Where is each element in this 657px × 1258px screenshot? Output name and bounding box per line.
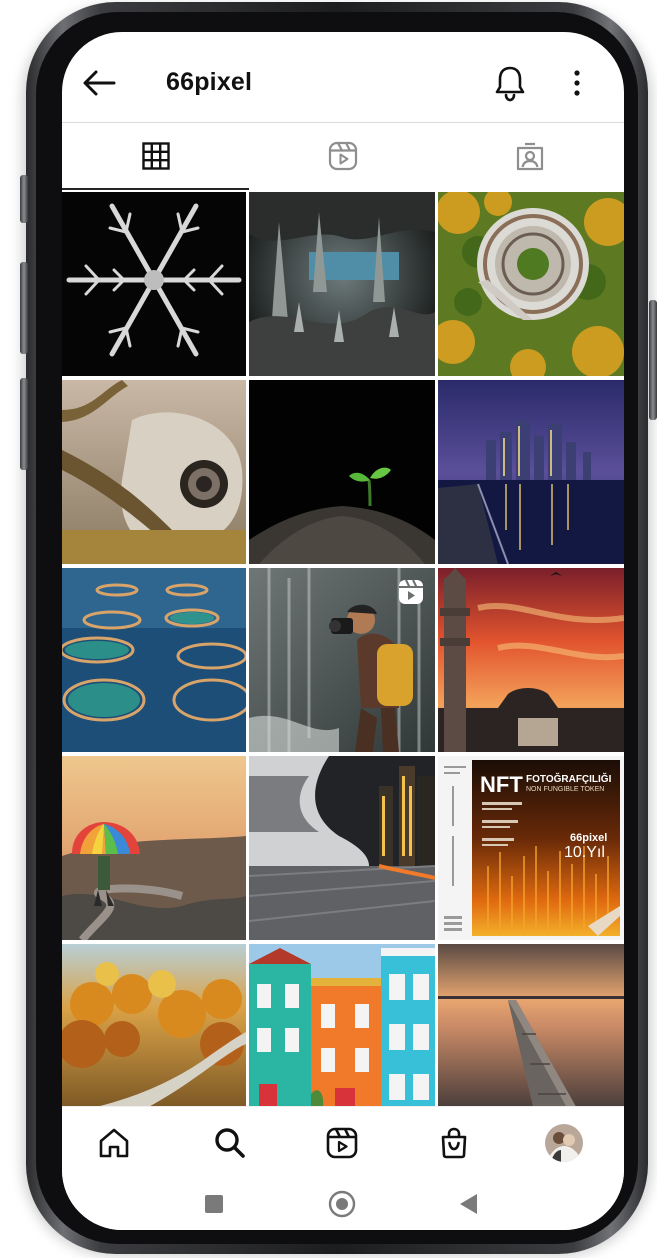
power-button	[649, 300, 657, 420]
phone-screen: 66pixel NFT FOTOĞRAFÇILIĞI NON FUNGIBLE …	[62, 32, 624, 1230]
magazine-headline: NFT	[480, 772, 523, 797]
more-options-button[interactable]	[562, 62, 592, 104]
back-triangle-icon	[460, 1194, 477, 1214]
tab-tagged[interactable]	[436, 124, 623, 188]
home-icon	[99, 1128, 129, 1158]
home-circle-icon	[328, 1190, 356, 1218]
posts-grid: NFT FOTOĞRAFÇILIĞI NON FUNGIBLE TOKEN 66…	[62, 192, 624, 1128]
bottom-navigation	[62, 1106, 624, 1177]
app-header: 66pixel	[62, 52, 624, 114]
post-image	[62, 568, 246, 752]
post-image	[249, 944, 435, 1128]
home-system-button[interactable]	[322, 1184, 362, 1224]
reels-icon	[328, 141, 357, 171]
post-image	[249, 192, 435, 376]
post-snowflake[interactable]	[62, 192, 246, 376]
post-aerial-round-building[interactable]	[438, 192, 624, 376]
volume-up-button	[20, 262, 28, 354]
post-camouflaged-camera[interactable]	[62, 380, 246, 564]
system-navigation-bar	[62, 1176, 624, 1230]
bell-icon	[495, 66, 525, 102]
post-photographer-waterfall[interactable]	[249, 568, 435, 752]
post-image	[438, 944, 624, 1128]
post-image	[62, 192, 246, 376]
profile-tabs	[62, 124, 624, 190]
magazine-headline-rest: FOTOĞRAFÇILIĞI	[526, 774, 612, 785]
post-minaret-sunset[interactable]	[438, 568, 624, 752]
recents-button[interactable]	[194, 1184, 234, 1224]
avatar	[545, 1124, 583, 1162]
post-colorful-houses[interactable]	[249, 944, 435, 1128]
back-system-button[interactable]	[448, 1184, 488, 1224]
tab-reels[interactable]	[249, 124, 436, 188]
tab-posts-grid[interactable]	[62, 124, 249, 188]
arrow-left-icon	[83, 70, 116, 96]
search-icon	[215, 1128, 245, 1158]
post-nft-magazine[interactable]: NFT FOTOĞRAFÇILIĞI NON FUNGIBLE TOKEN 66…	[438, 756, 624, 940]
post-modern-architecture[interactable]	[249, 756, 435, 940]
grid-icon	[141, 142, 170, 170]
post-image	[249, 756, 435, 940]
recents-icon	[205, 1195, 223, 1213]
more-vertical-icon	[574, 70, 580, 96]
post-image	[62, 944, 246, 1128]
magazine-brand: 66pixel	[570, 832, 608, 844]
side-button-1	[20, 175, 28, 223]
magazine-subhead: NON FUNGIBLE TOKEN	[526, 786, 605, 793]
nav-reels-button[interactable]	[320, 1121, 364, 1165]
post-autumn-road[interactable]	[62, 944, 246, 1128]
post-fish-farm[interactable]	[62, 568, 246, 752]
active-tab-indicator	[62, 188, 249, 190]
post-image	[62, 756, 246, 940]
nav-search-button[interactable]	[208, 1121, 252, 1165]
volume-down-button	[20, 378, 28, 470]
post-rainbow-umbrella[interactable]	[62, 756, 246, 940]
post-image	[249, 380, 435, 564]
post-image	[438, 568, 624, 752]
nav-profile-button[interactable]	[542, 1121, 586, 1165]
nav-shop-button[interactable]	[432, 1121, 476, 1165]
post-image	[62, 380, 246, 564]
post-underwater-cave[interactable]	[249, 192, 435, 376]
magazine-anniversary: 10.Yıl	[564, 844, 605, 861]
profile-username: 66pixel	[166, 68, 253, 96]
nav-home-button[interactable]	[92, 1121, 136, 1165]
post-image	[438, 380, 624, 564]
notifications-button[interactable]	[490, 62, 530, 104]
shopping-bag-icon	[441, 1127, 467, 1159]
reels-icon	[399, 579, 423, 604]
post-pier-sunset[interactable]	[438, 944, 624, 1128]
tagged-person-icon	[516, 142, 543, 171]
reels-icon	[326, 1127, 358, 1159]
header-divider	[62, 122, 624, 123]
post-city-skyline[interactable]	[438, 380, 624, 564]
back-button[interactable]	[78, 63, 122, 103]
post-image	[438, 192, 624, 376]
post-seedling[interactable]	[249, 380, 435, 564]
